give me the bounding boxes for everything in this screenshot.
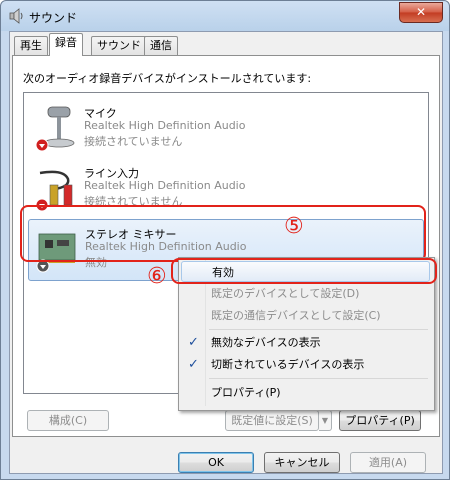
- callout-six: ⑥: [147, 264, 167, 289]
- cancel-button[interactable]: キャンセル: [264, 452, 340, 473]
- device-item-microphone[interactable]: マイク Realtek High Definition Audio 接続されてい…: [28, 99, 422, 159]
- annotation-box-enable: [171, 258, 437, 284]
- apply-button[interactable]: 適用(A): [350, 452, 426, 473]
- device-driver: Realtek High Definition Audio: [84, 119, 246, 132]
- menu-item-set-default-comm[interactable]: 既定の通信デバイスとして設定(C): [181, 305, 430, 326]
- tab-sounds[interactable]: サウンド: [91, 36, 147, 55]
- check-icon: ✓: [188, 335, 199, 350]
- microphone-icon: [35, 106, 75, 152]
- tab-playback[interactable]: 再生: [14, 36, 48, 55]
- menu-item-set-default[interactable]: 既定のデバイスとして設定(D): [181, 283, 430, 304]
- title-bar[interactable]: サウンド ✕: [1, 1, 449, 31]
- device-status: 接続されていません: [84, 135, 183, 148]
- menu-item-show-disabled[interactable]: ✓ 無効なデバイスの表示: [181, 332, 430, 353]
- set-default-dropdown-arrow[interactable]: ▼: [319, 410, 332, 431]
- menu-separator: [209, 329, 428, 330]
- set-default-button[interactable]: 既定値に設定(S): [225, 410, 319, 431]
- speaker-icon: [9, 8, 23, 24]
- ok-button[interactable]: OK: [178, 452, 254, 473]
- panel-description: 次のオーディオ録音デバイスがインストールされています:: [23, 72, 312, 85]
- tab-recording[interactable]: 録音: [49, 33, 83, 56]
- window-title: サウンド: [29, 11, 78, 25]
- properties-button[interactable]: プロパティ(P): [339, 410, 421, 431]
- menu-item-properties[interactable]: プロパティ(P): [181, 382, 430, 403]
- close-button[interactable]: ✕: [399, 2, 443, 23]
- annotation-box-device: [20, 205, 426, 262]
- check-icon: ✓: [188, 357, 199, 372]
- tab-communications[interactable]: 通信: [144, 36, 178, 55]
- menu-separator: [209, 378, 428, 379]
- device-driver: Realtek High Definition Audio: [84, 179, 246, 192]
- menu-item-label: 無効なデバイスの表示: [211, 336, 321, 349]
- menu-item-label: 切断されているデバイスの表示: [211, 358, 365, 371]
- menu-item-show-disconnected[interactable]: ✓ 切断されているデバイスの表示: [181, 354, 430, 375]
- configure-button[interactable]: 構成(C): [27, 410, 109, 431]
- callout-five: ⑤: [284, 214, 304, 239]
